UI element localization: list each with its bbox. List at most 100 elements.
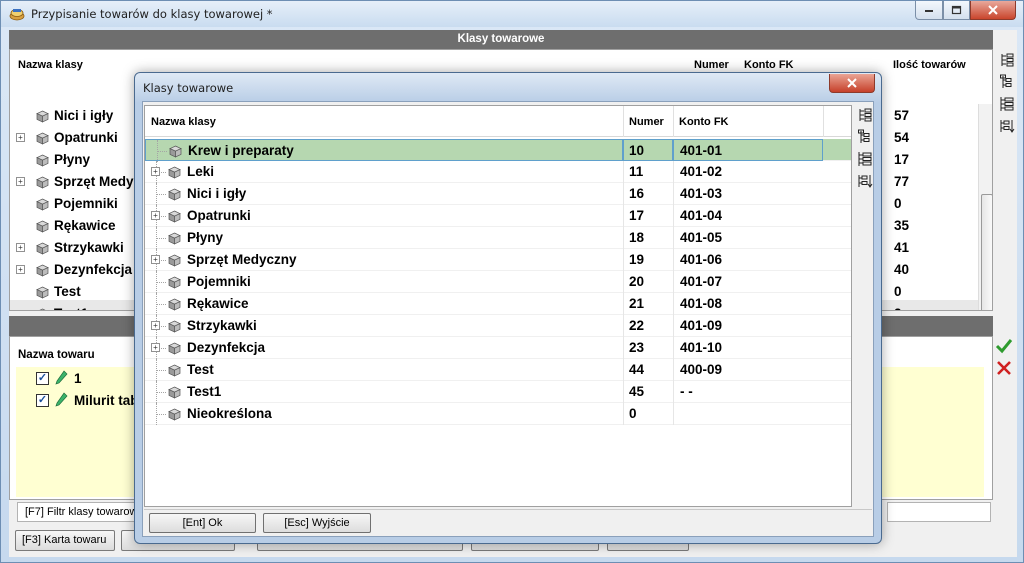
sort-icon[interactable] — [999, 118, 1015, 134]
class-count: 54 — [894, 130, 910, 145]
cell-numer[interactable]: 17 — [623, 205, 673, 227]
sort-icon[interactable] — [857, 173, 873, 189]
cell-konto[interactable]: 401-09 — [673, 315, 823, 337]
vertical-scrollbar[interactable] — [978, 104, 992, 310]
cell-numer[interactable]: 0 — [623, 403, 673, 425]
column-header-konto[interactable]: Konto FK — [744, 59, 793, 71]
cell-numer[interactable]: 22 — [623, 315, 673, 337]
class-number: 18 — [629, 230, 645, 245]
exit-button[interactable]: [Esc] Wyjście — [263, 513, 371, 533]
tree-expander-icon[interactable]: + — [151, 211, 160, 220]
tree-expander-icon[interactable]: + — [151, 255, 160, 264]
x-mark-icon[interactable] — [995, 360, 1013, 376]
cell-konto[interactable]: 401-07 — [673, 271, 823, 293]
cell-name[interactable]: Nici i igły — [145, 183, 623, 205]
cell-numer[interactable]: 20 — [623, 271, 673, 293]
tree-expander-icon[interactable]: + — [151, 321, 160, 330]
table-row[interactable]: + Strzykawki 22 401-09 — [145, 315, 851, 337]
tree-collapse-icon[interactable] — [999, 74, 1015, 90]
cell-name[interactable]: Test — [145, 359, 623, 381]
table-row[interactable]: Pojemniki 20 401-07 — [145, 271, 851, 293]
dialog-classes-grid[interactable]: Nazwa klasy Numer Konto FK Krew i prepar… — [144, 105, 852, 507]
column-separator[interactable] — [623, 106, 624, 137]
product-checkbox[interactable]: ✓ — [36, 372, 49, 385]
cell-name[interactable]: + Strzykawki — [145, 315, 623, 337]
cell-konto[interactable]: 401-02 — [673, 161, 823, 183]
minimize-button[interactable] — [915, 1, 943, 20]
table-row[interactable]: + Dezynfekcja 23 401-10 — [145, 337, 851, 359]
table-row[interactable]: + Opatrunki 17 401-04 — [145, 205, 851, 227]
table-row[interactable]: Test1 45 - - — [145, 381, 851, 403]
class-account: - - — [680, 384, 693, 399]
product-checkbox[interactable]: ✓ — [36, 394, 49, 407]
column-header-product[interactable]: Nazwa towaru — [18, 349, 95, 361]
cell-numer[interactable]: 16 — [623, 183, 673, 205]
tree-expander-icon[interactable]: + — [16, 243, 25, 252]
column-header-name[interactable]: Nazwa klasy — [151, 116, 216, 128]
column-header-count[interactable]: Ilość towarów — [893, 59, 966, 71]
cell-name[interactable]: + Leki — [145, 161, 623, 183]
table-row[interactable]: Nici i igły 16 401-03 — [145, 183, 851, 205]
cell-konto[interactable] — [673, 403, 823, 425]
cell-name[interactable]: Rękawice — [145, 293, 623, 315]
cell-numer[interactable]: 19 — [623, 249, 673, 271]
cell-konto[interactable]: 401-01 — [673, 139, 823, 161]
tree-indent-icon[interactable] — [999, 96, 1015, 112]
table-row[interactable]: Nieokreślona 0 — [145, 403, 851, 425]
ok-button[interactable]: [Ent] Ok — [149, 513, 256, 533]
cell-numer[interactable]: 11 — [623, 161, 673, 183]
cell-konto[interactable]: - - — [673, 381, 823, 403]
close-button[interactable] — [970, 1, 1016, 20]
maximize-button[interactable] — [943, 1, 970, 20]
tree-expander-icon[interactable]: + — [151, 343, 160, 352]
cell-name[interactable]: Płyny — [145, 227, 623, 249]
filter-input[interactable] — [887, 502, 991, 522]
tree-expander-icon[interactable]: + — [16, 265, 25, 274]
cell-numer[interactable]: 10 — [623, 139, 673, 161]
column-header-name[interactable]: Nazwa klasy — [18, 59, 83, 71]
tree-indent-icon[interactable] — [857, 151, 873, 167]
tree-expander-icon[interactable]: + — [151, 167, 160, 176]
cell-name[interactable]: Krew i preparaty — [145, 139, 623, 162]
table-row[interactable]: + Sprzęt Medyczny 19 401-06 — [145, 249, 851, 271]
cell-konto[interactable]: 401-05 — [673, 227, 823, 249]
cell-name[interactable]: + Dezynfekcja — [145, 337, 623, 359]
table-row[interactable]: Test 44 400-09 — [145, 359, 851, 381]
cell-konto[interactable]: 401-04 — [673, 205, 823, 227]
cell-numer[interactable]: 18 — [623, 227, 673, 249]
cell-numer[interactable]: 45 — [623, 381, 673, 403]
cell-konto[interactable]: 401-06 — [673, 249, 823, 271]
cell-numer[interactable]: 21 — [623, 293, 673, 315]
class-name: Dezynfekcja — [187, 340, 266, 355]
title-bar[interactable]: Przypisanie towarów do klasy towarowej * — [1, 1, 1023, 27]
dialog-close-button[interactable] — [829, 74, 875, 93]
table-row[interactable]: Płyny 18 401-05 — [145, 227, 851, 249]
tree-expander-icon[interactable]: + — [16, 177, 25, 186]
cell-konto[interactable]: 401-10 — [673, 337, 823, 359]
cell-konto[interactable]: 400-09 — [673, 359, 823, 381]
tree-expand-icon[interactable] — [999, 52, 1015, 68]
table-row[interactable]: Rękawice 21 401-08 — [145, 293, 851, 315]
tree-collapse-icon[interactable] — [857, 129, 873, 145]
column-header-konto[interactable]: Konto FK — [679, 116, 728, 128]
table-row[interactable]: + Leki 11 401-02 — [145, 161, 851, 183]
cell-name[interactable]: + Sprzęt Medyczny — [145, 249, 623, 271]
product-card-button[interactable]: [F3] Karta towaru — [15, 530, 115, 551]
cell-name[interactable]: Test1 — [145, 381, 623, 403]
cell-name[interactable]: Nieokreślona — [145, 403, 623, 425]
column-header-numer[interactable]: Numer — [694, 59, 729, 71]
tree-expand-icon[interactable] — [857, 107, 873, 123]
column-separator[interactable] — [673, 106, 674, 137]
cell-name[interactable]: + Opatrunki — [145, 205, 623, 227]
cell-name[interactable]: Pojemniki — [145, 271, 623, 293]
checkmark-icon[interactable] — [995, 338, 1013, 354]
column-header-numer[interactable]: Numer — [629, 116, 664, 128]
cell-konto[interactable]: 401-03 — [673, 183, 823, 205]
cell-konto[interactable]: 401-08 — [673, 293, 823, 315]
table-row[interactable]: Krew i preparaty 10 401-01 — [145, 139, 851, 162]
column-separator[interactable] — [823, 106, 824, 137]
scrollbar-thumb[interactable] — [981, 194, 992, 310]
cell-numer[interactable]: 23 — [623, 337, 673, 359]
cell-numer[interactable]: 44 — [623, 359, 673, 381]
tree-expander-icon[interactable]: + — [16, 133, 25, 142]
